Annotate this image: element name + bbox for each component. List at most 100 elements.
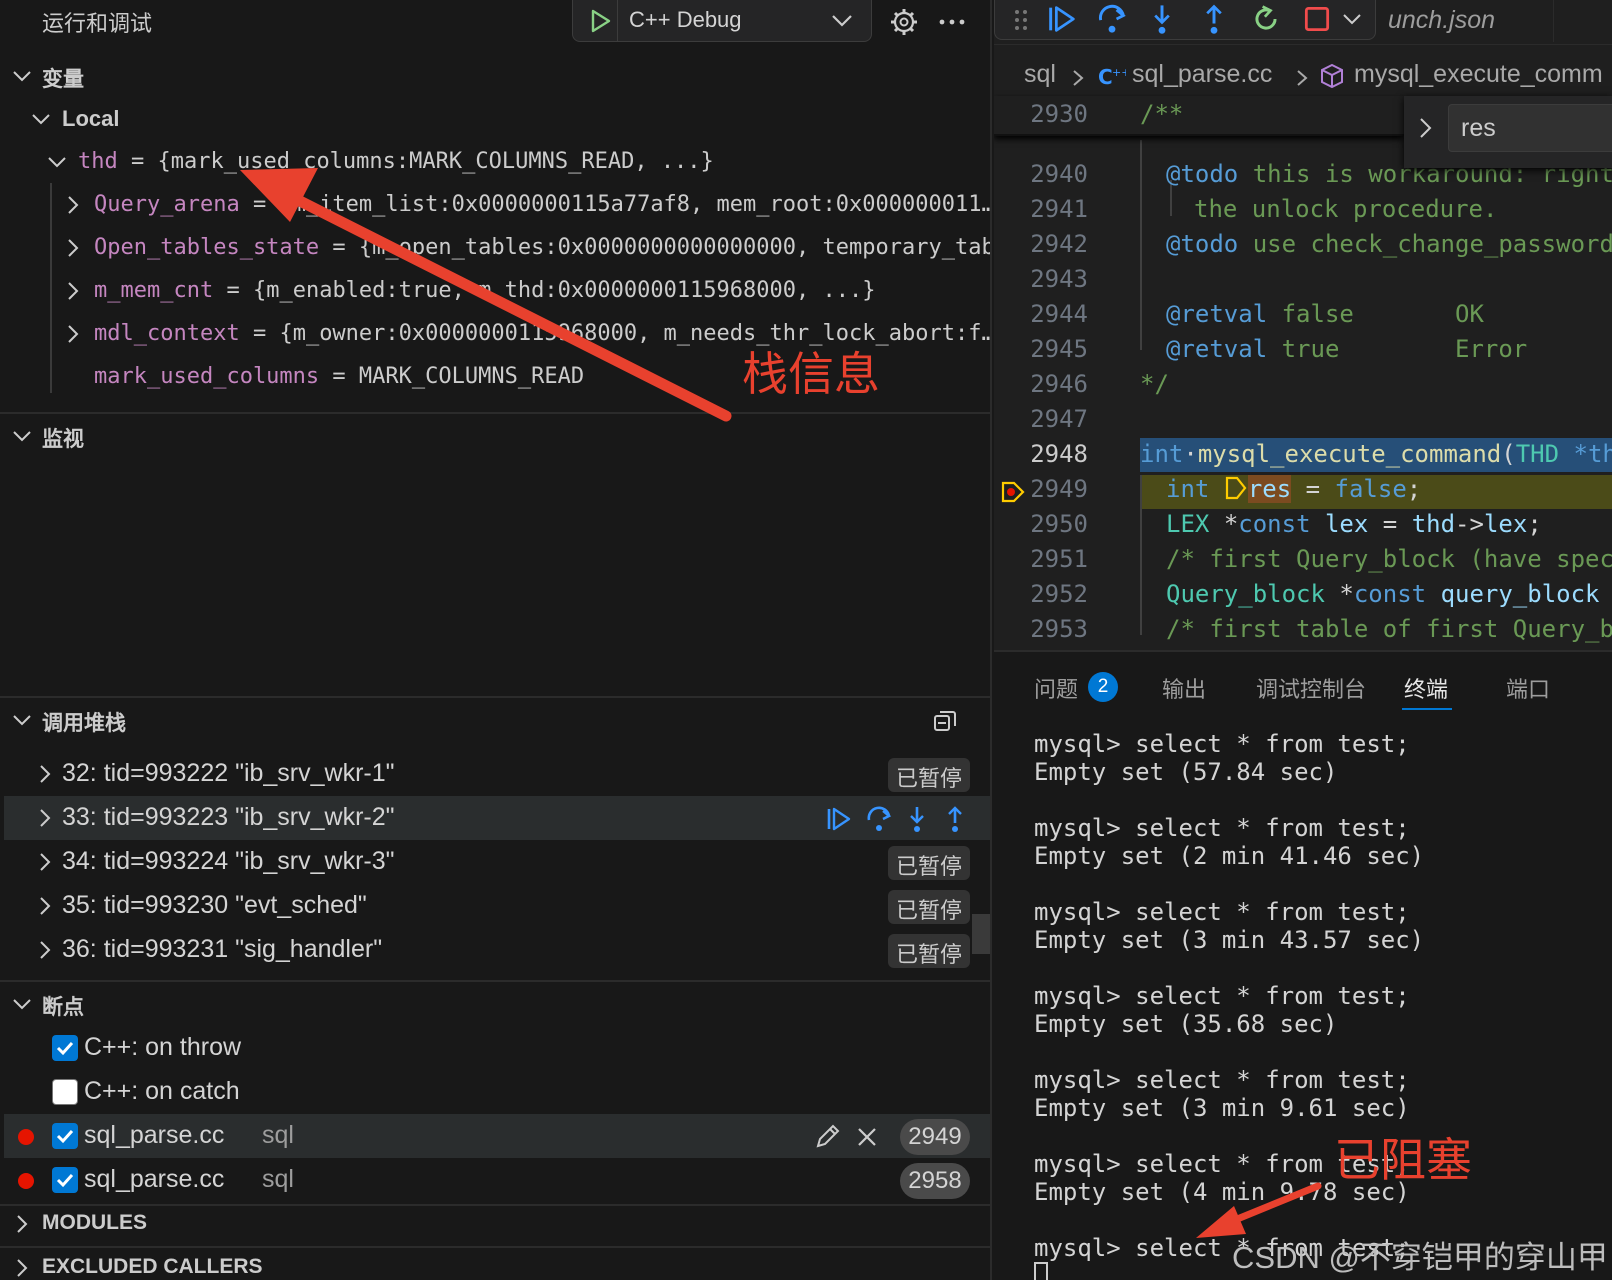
drag-handle-icon[interactable] (1013, 6, 1029, 34)
variable-m-mem-cnt[interactable]: m_mem_cnt = {m_enabled:true, m_thd:0x000… (0, 270, 990, 314)
exception-breakpoint-throw[interactable]: C++: on throw (4, 1026, 990, 1070)
terminal-line: mysql> select * from test; (1034, 730, 1410, 758)
inline-breakpoint-icon[interactable] (1224, 475, 1248, 501)
step-over-icon[interactable] (864, 804, 894, 834)
step-over-icon[interactable] (1095, 2, 1129, 36)
code-line[interactable]: 2943 (994, 263, 1612, 299)
code-line[interactable]: 2951 /* first Query_block (have spec (994, 543, 1612, 579)
breadcrumb-file[interactable]: sql_parse.cc (1132, 60, 1272, 89)
chevron-down-icon (13, 431, 31, 442)
chevron-down-icon[interactable] (829, 10, 855, 32)
launch-config-selector[interactable]: C++ Debug (572, 0, 872, 42)
breakpoint-checkbox[interactable] (52, 1167, 78, 1193)
breakpoint-checkbox[interactable] (52, 1035, 78, 1061)
excluded-callers-section-header[interactable]: EXCLUDED CALLERS (0, 1246, 990, 1280)
sticky-scroll-line[interactable]: 2930 /** (994, 96, 1404, 136)
modules-section-title: MODULES (42, 1211, 147, 1234)
terminal-line: Empty set (3 min 9.61 sec) (1034, 1094, 1410, 1122)
active-tab-indicator (1402, 708, 1452, 710)
more-actions-icon[interactable] (936, 6, 968, 38)
code-line[interactable]: 2941 the unlock procedure. (994, 193, 1612, 229)
step-into-icon[interactable] (902, 804, 932, 834)
code-text: the unlock procedure. (1194, 195, 1498, 223)
thread-item[interactable]: 32: tid=993222 "ib_srv_wkr-1" 已暂停 (4, 752, 990, 796)
chevron-down-icon (32, 114, 50, 125)
tab-problems[interactable]: 问题 (1034, 672, 1078, 704)
line-number: 2948 (1030, 440, 1088, 468)
breadcrumb-symbol[interactable]: mysql_execute_comm (1354, 60, 1603, 89)
breakpoints-section-header[interactable]: 断点 (0, 982, 990, 1026)
chevron-right-icon (40, 853, 51, 871)
step-out-icon[interactable] (1197, 2, 1231, 36)
gear-icon[interactable] (888, 6, 920, 38)
chevron-right-icon (40, 765, 51, 783)
call-stack-section-header[interactable]: 调用堆栈 (0, 698, 990, 742)
breakpoint-item-selected[interactable]: sql_parse.cc sql 2949 (4, 1114, 990, 1158)
call-stack-scrollbar[interactable] (972, 914, 990, 954)
breakpoint-file: sql_parse.cc (84, 1121, 225, 1149)
breadcrumb: sql C ++ sql_parse.cc mysql_execute_comm (994, 56, 1612, 96)
close-icon[interactable] (854, 1124, 880, 1150)
line-number: 2942 (1030, 230, 1088, 258)
step-out-icon[interactable] (940, 804, 970, 834)
sidebar-titlebar: 运行和调试 C++ Debug (0, 0, 990, 42)
tab-ports[interactable]: 端口 (1506, 672, 1550, 704)
terminal-line: mysql> select * from test; (1034, 982, 1410, 1010)
check-icon (56, 1041, 74, 1056)
breakpoint-item[interactable]: sql_parse.cc sql 2958 (4, 1158, 990, 1202)
continue-icon[interactable] (1045, 2, 1079, 36)
thread-item-selected[interactable]: 33: tid=993223 "ib_srv_wkr-2" (4, 796, 990, 840)
code-line[interactable]: 2952 Query_block *const query_block (994, 578, 1612, 614)
code-line[interactable]: 2947 (994, 403, 1612, 439)
exception-breakpoint-catch[interactable]: C++: on catch (4, 1070, 990, 1114)
modules-section-header[interactable]: MODULES (0, 1202, 990, 1246)
stop-icon[interactable] (1301, 3, 1333, 35)
breakpoint-checkbox[interactable] (52, 1123, 78, 1149)
tab-debug-console[interactable]: 调试控制台 (1256, 672, 1366, 704)
scope-local[interactable]: Local (0, 98, 990, 142)
breakpoint-checkbox[interactable] (52, 1079, 78, 1105)
chevron-down-icon (13, 71, 31, 82)
start-debug-icon[interactable] (587, 8, 613, 34)
thread-label: 32: tid=993222 "ib_srv_wkr-1" (62, 759, 395, 787)
code-line[interactable]: 2942 @todo use check_change_password (994, 228, 1612, 264)
variable-name: thd (78, 149, 118, 174)
chevron-right-icon (68, 239, 79, 257)
editor-tab-launch-json[interactable]: unch.json (1380, 0, 1554, 42)
thread-item[interactable]: 34: tid=993224 "ib_srv_wkr-3" 已暂停 (4, 840, 990, 884)
thread-item[interactable]: 36: tid=993231 "sig_handler" 已暂停 (4, 928, 990, 972)
breakpoint-dot-icon (18, 1129, 34, 1145)
code-line[interactable]: 2950 LEX *const lex = thd->lex; (994, 508, 1612, 544)
chevron-down-icon[interactable] (1341, 10, 1363, 28)
breakpoint-line-badge: 2958 (900, 1163, 970, 1199)
watch-section-header[interactable]: 监视 (0, 414, 990, 458)
variable-query-arena[interactable]: Query_arena = {m_item_list:0x0000000115a… (0, 184, 990, 228)
divider (994, 44, 1612, 45)
restart-icon[interactable] (1249, 2, 1283, 36)
thread-status-badge: 已暂停 (887, 846, 970, 880)
variables-section-header[interactable]: 变量 (0, 54, 990, 98)
tab-terminal[interactable]: 终端 (1404, 672, 1448, 704)
step-into-icon[interactable] (1145, 2, 1179, 36)
variable-thd[interactable]: thd = {mark_used_columns:MARK_COLUMNS_RE… (0, 141, 990, 185)
find-input[interactable]: res (1448, 104, 1612, 152)
code-line[interactable]: 2946 */ (994, 368, 1612, 404)
breadcrumb-folder[interactable]: sql (1024, 60, 1056, 89)
edit-pencil-icon[interactable] (812, 1122, 842, 1152)
thread-item[interactable]: 35: tid=993230 "evt_sched" 已暂停 (4, 884, 990, 928)
code-line[interactable]: 2945 @retval true Error (994, 333, 1612, 369)
continue-icon[interactable] (824, 804, 854, 834)
code-line-current[interactable]: 2948 int·mysql_execute_command(THD *th (994, 438, 1612, 474)
chevron-right-icon (40, 897, 51, 915)
terminal-cursor (1034, 1262, 1048, 1280)
collapse-all-icon[interactable] (932, 708, 958, 734)
tab-output[interactable]: 输出 (1162, 672, 1206, 704)
variable-open-tables-state[interactable]: Open_tables_state = {m_open_tables:0x000… (0, 227, 990, 271)
code-line-paused[interactable]: 2949 int res = false; (994, 473, 1612, 509)
code-line[interactable]: 2953 /* first table of first Query_b (994, 613, 1612, 649)
code-line[interactable]: 2944 @retval false OK (994, 298, 1612, 334)
variable-value: {m_enabled:true, m_thd:0x000000011596800… (252, 278, 876, 303)
terminal-line: Empty set (2 min 41.46 sec) (1034, 842, 1425, 870)
chevron-right-icon[interactable] (1416, 114, 1436, 142)
terminal-line: mysql> select * from test; (1034, 898, 1410, 926)
